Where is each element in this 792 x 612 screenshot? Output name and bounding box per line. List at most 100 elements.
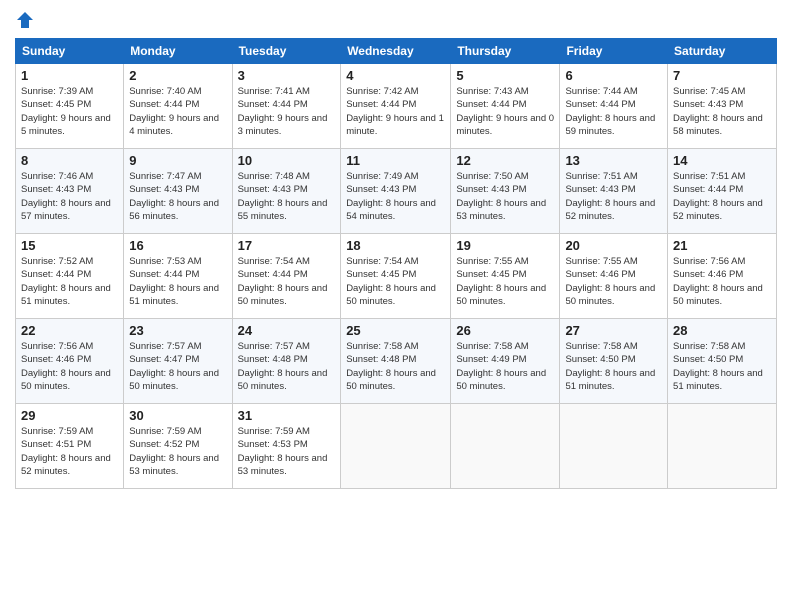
calendar-cell: 30 Sunrise: 7:59 AMSunset: 4:52 PMDaylig…	[124, 404, 232, 489]
day-info: Sunrise: 7:40 AMSunset: 4:44 PMDaylight:…	[129, 86, 219, 137]
day-info: Sunrise: 7:53 AMSunset: 4:44 PMDaylight:…	[129, 256, 219, 307]
day-info: Sunrise: 7:57 AMSunset: 4:48 PMDaylight:…	[238, 341, 328, 392]
calendar-cell: 21 Sunrise: 7:56 AMSunset: 4:46 PMDaylig…	[668, 234, 777, 319]
calendar-week-5: 29 Sunrise: 7:59 AMSunset: 4:51 PMDaylig…	[16, 404, 777, 489]
day-number: 12	[456, 153, 554, 168]
calendar-cell: 9 Sunrise: 7:47 AMSunset: 4:43 PMDayligh…	[124, 149, 232, 234]
calendar-cell: 23 Sunrise: 7:57 AMSunset: 4:47 PMDaylig…	[124, 319, 232, 404]
day-info: Sunrise: 7:55 AMSunset: 4:46 PMDaylight:…	[565, 256, 655, 307]
day-info: Sunrise: 7:47 AMSunset: 4:43 PMDaylight:…	[129, 171, 219, 222]
day-info: Sunrise: 7:59 AMSunset: 4:53 PMDaylight:…	[238, 426, 328, 477]
day-info: Sunrise: 7:44 AMSunset: 4:44 PMDaylight:…	[565, 86, 655, 137]
day-number: 11	[346, 153, 445, 168]
calendar-cell	[668, 404, 777, 489]
day-number: 3	[238, 68, 336, 83]
day-number: 17	[238, 238, 336, 253]
calendar-cell: 28 Sunrise: 7:58 AMSunset: 4:50 PMDaylig…	[668, 319, 777, 404]
day-number: 22	[21, 323, 118, 338]
calendar-table: SundayMondayTuesdayWednesdayThursdayFrid…	[15, 38, 777, 489]
day-number: 24	[238, 323, 336, 338]
day-number: 19	[456, 238, 554, 253]
day-number: 31	[238, 408, 336, 423]
calendar-cell: 11 Sunrise: 7:49 AMSunset: 4:43 PMDaylig…	[341, 149, 451, 234]
weekday-header-sunday: Sunday	[16, 39, 124, 64]
calendar-cell: 20 Sunrise: 7:55 AMSunset: 4:46 PMDaylig…	[560, 234, 668, 319]
day-number: 15	[21, 238, 118, 253]
day-info: Sunrise: 7:54 AMSunset: 4:44 PMDaylight:…	[238, 256, 328, 307]
calendar-cell: 29 Sunrise: 7:59 AMSunset: 4:51 PMDaylig…	[16, 404, 124, 489]
calendar-cell	[560, 404, 668, 489]
day-number: 23	[129, 323, 226, 338]
day-info: Sunrise: 7:55 AMSunset: 4:45 PMDaylight:…	[456, 256, 546, 307]
weekday-header-saturday: Saturday	[668, 39, 777, 64]
calendar-cell: 24 Sunrise: 7:57 AMSunset: 4:48 PMDaylig…	[232, 319, 341, 404]
calendar-cell: 27 Sunrise: 7:58 AMSunset: 4:50 PMDaylig…	[560, 319, 668, 404]
day-info: Sunrise: 7:58 AMSunset: 4:50 PMDaylight:…	[673, 341, 763, 392]
day-number: 1	[21, 68, 118, 83]
calendar-cell: 10 Sunrise: 7:48 AMSunset: 4:43 PMDaylig…	[232, 149, 341, 234]
day-info: Sunrise: 7:46 AMSunset: 4:43 PMDaylight:…	[21, 171, 111, 222]
day-info: Sunrise: 7:56 AMSunset: 4:46 PMDaylight:…	[21, 341, 111, 392]
day-info: Sunrise: 7:41 AMSunset: 4:44 PMDaylight:…	[238, 86, 328, 137]
day-number: 10	[238, 153, 336, 168]
calendar-cell	[341, 404, 451, 489]
day-info: Sunrise: 7:58 AMSunset: 4:49 PMDaylight:…	[456, 341, 546, 392]
day-info: Sunrise: 7:49 AMSunset: 4:43 PMDaylight:…	[346, 171, 436, 222]
weekday-header-wednesday: Wednesday	[341, 39, 451, 64]
calendar-cell: 26 Sunrise: 7:58 AMSunset: 4:49 PMDaylig…	[451, 319, 560, 404]
day-number: 2	[129, 68, 226, 83]
day-number: 28	[673, 323, 771, 338]
day-info: Sunrise: 7:50 AMSunset: 4:43 PMDaylight:…	[456, 171, 546, 222]
calendar-header-row: SundayMondayTuesdayWednesdayThursdayFrid…	[16, 39, 777, 64]
calendar-cell: 14 Sunrise: 7:51 AMSunset: 4:44 PMDaylig…	[668, 149, 777, 234]
day-number: 8	[21, 153, 118, 168]
day-info: Sunrise: 7:51 AMSunset: 4:43 PMDaylight:…	[565, 171, 655, 222]
day-info: Sunrise: 7:58 AMSunset: 4:50 PMDaylight:…	[565, 341, 655, 392]
calendar-cell: 5 Sunrise: 7:43 AMSunset: 4:44 PMDayligh…	[451, 64, 560, 149]
day-number: 7	[673, 68, 771, 83]
calendar-cell	[451, 404, 560, 489]
calendar-cell: 15 Sunrise: 7:52 AMSunset: 4:44 PMDaylig…	[16, 234, 124, 319]
day-info: Sunrise: 7:56 AMSunset: 4:46 PMDaylight:…	[673, 256, 763, 307]
day-info: Sunrise: 7:45 AMSunset: 4:43 PMDaylight:…	[673, 86, 763, 137]
calendar-week-3: 15 Sunrise: 7:52 AMSunset: 4:44 PMDaylig…	[16, 234, 777, 319]
day-info: Sunrise: 7:52 AMSunset: 4:44 PMDaylight:…	[21, 256, 111, 307]
day-info: Sunrise: 7:43 AMSunset: 4:44 PMDaylight:…	[456, 86, 554, 137]
day-info: Sunrise: 7:51 AMSunset: 4:44 PMDaylight:…	[673, 171, 763, 222]
page-container: SundayMondayTuesdayWednesdayThursdayFrid…	[0, 0, 792, 499]
calendar-week-2: 8 Sunrise: 7:46 AMSunset: 4:43 PMDayligh…	[16, 149, 777, 234]
day-info: Sunrise: 7:42 AMSunset: 4:44 PMDaylight:…	[346, 86, 444, 137]
header	[15, 10, 777, 30]
weekday-header-friday: Friday	[560, 39, 668, 64]
day-number: 13	[565, 153, 662, 168]
calendar-cell: 2 Sunrise: 7:40 AMSunset: 4:44 PMDayligh…	[124, 64, 232, 149]
calendar-cell: 3 Sunrise: 7:41 AMSunset: 4:44 PMDayligh…	[232, 64, 341, 149]
day-number: 25	[346, 323, 445, 338]
calendar-week-4: 22 Sunrise: 7:56 AMSunset: 4:46 PMDaylig…	[16, 319, 777, 404]
calendar-cell: 6 Sunrise: 7:44 AMSunset: 4:44 PMDayligh…	[560, 64, 668, 149]
calendar-cell: 7 Sunrise: 7:45 AMSunset: 4:43 PMDayligh…	[668, 64, 777, 149]
calendar-cell: 25 Sunrise: 7:58 AMSunset: 4:48 PMDaylig…	[341, 319, 451, 404]
calendar-cell: 31 Sunrise: 7:59 AMSunset: 4:53 PMDaylig…	[232, 404, 341, 489]
calendar-cell: 16 Sunrise: 7:53 AMSunset: 4:44 PMDaylig…	[124, 234, 232, 319]
calendar-cell: 12 Sunrise: 7:50 AMSunset: 4:43 PMDaylig…	[451, 149, 560, 234]
day-number: 26	[456, 323, 554, 338]
day-number: 30	[129, 408, 226, 423]
weekday-header-thursday: Thursday	[451, 39, 560, 64]
day-info: Sunrise: 7:48 AMSunset: 4:43 PMDaylight:…	[238, 171, 328, 222]
logo	[15, 10, 37, 30]
day-number: 16	[129, 238, 226, 253]
day-number: 14	[673, 153, 771, 168]
day-number: 6	[565, 68, 662, 83]
day-info: Sunrise: 7:59 AMSunset: 4:52 PMDaylight:…	[129, 426, 219, 477]
calendar-cell: 19 Sunrise: 7:55 AMSunset: 4:45 PMDaylig…	[451, 234, 560, 319]
weekday-header-tuesday: Tuesday	[232, 39, 341, 64]
logo-icon	[15, 10, 35, 30]
day-number: 29	[21, 408, 118, 423]
calendar-week-1: 1 Sunrise: 7:39 AMSunset: 4:45 PMDayligh…	[16, 64, 777, 149]
day-number: 9	[129, 153, 226, 168]
day-number: 21	[673, 238, 771, 253]
day-info: Sunrise: 7:59 AMSunset: 4:51 PMDaylight:…	[21, 426, 111, 477]
day-info: Sunrise: 7:57 AMSunset: 4:47 PMDaylight:…	[129, 341, 219, 392]
calendar-cell: 22 Sunrise: 7:56 AMSunset: 4:46 PMDaylig…	[16, 319, 124, 404]
